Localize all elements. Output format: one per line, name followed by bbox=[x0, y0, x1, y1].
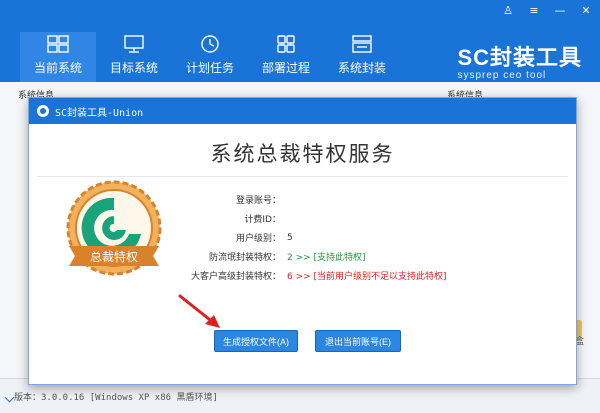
field-label: 用户级别： bbox=[235, 234, 281, 244]
tab-label: 目标系统 bbox=[109, 61, 158, 75]
grid-icon bbox=[277, 35, 295, 53]
field-label: 登录账号： bbox=[235, 196, 281, 206]
info-row-vip-package: 大客户高级封装特权： 6 >> [当前用户级别不足以支持此特权] bbox=[179, 266, 569, 285]
dialog-heading: 系统总裁特权服务 bbox=[210, 143, 395, 166]
info-row-user-level: 用户级别： 5 bbox=[179, 228, 569, 247]
clock-icon bbox=[201, 35, 219, 53]
chevron-down-icon bbox=[4, 392, 15, 403]
field-label: 大客户高级封装特权： bbox=[190, 272, 281, 282]
logo-main-text: SC封装工具 bbox=[457, 45, 582, 70]
field-value: 2 >> [支持此特权] bbox=[287, 253, 366, 263]
info-row-login: 登录账号： bbox=[179, 190, 569, 209]
field-value: 5 bbox=[287, 232, 293, 243]
top-toolbar: ♙ ≡ — ✕ 当前系统 目标系统 计划任务 部署过程 系统封装 SC封装工具 … bbox=[0, 0, 600, 82]
package-icon bbox=[352, 35, 372, 53]
tab-scheduled-tasks[interactable]: 计划任务 bbox=[172, 32, 248, 82]
field-label: 防流氓封装特权： bbox=[208, 253, 281, 263]
field-label: 计费ID： bbox=[244, 215, 281, 225]
field-value: 6 >> [当前用户级别不足以支持此特权] bbox=[287, 272, 447, 282]
windows-icon bbox=[47, 35, 69, 53]
logout-button[interactable]: 退出当前账号(E) bbox=[315, 330, 401, 352]
red-arrow-icon bbox=[178, 294, 220, 328]
main-nav: 当前系统 目标系统 计划任务 部署过程 系统封装 bbox=[20, 32, 400, 82]
dialog-titlebar[interactable]: SC封装工具-Union bbox=[29, 98, 576, 124]
tab-target-system[interactable]: 目标系统 bbox=[96, 32, 172, 82]
tab-label: 部署过程 bbox=[261, 61, 310, 75]
account-info: 登录账号： 计费ID： 用户级别： 5 防流氓封装特权： 2 >> [支持此特权… bbox=[179, 190, 569, 285]
info-row-billing-id: 计费ID： bbox=[179, 209, 569, 228]
version-text: 版本：3.0.0.16 [Windows XP x86 黑盾环境] bbox=[14, 393, 218, 403]
app-window: ♙ ≡ — ✕ 当前系统 目标系统 计划任务 部署过程 系统封装 SC封装工具 … bbox=[0, 0, 600, 413]
close-icon[interactable]: ✕ bbox=[578, 4, 594, 17]
minimize-icon[interactable]: — bbox=[552, 4, 568, 17]
tab-label: 系统封装 bbox=[337, 61, 386, 75]
monitor-icon bbox=[124, 35, 144, 53]
logo-sub-text: sysprep ceo tool bbox=[457, 70, 547, 81]
app-icon bbox=[37, 105, 49, 117]
menu-icon[interactable]: ≡ bbox=[526, 4, 542, 17]
info-row-anti-rogue: 防流氓封装特权： 2 >> [支持此特权] bbox=[179, 247, 569, 266]
tab-current-system[interactable]: 当前系统 bbox=[20, 32, 96, 82]
privilege-dialog: SC封装工具-Union 系统总裁特权服务 总裁特权 登录账号： 计费ID： 用… bbox=[28, 97, 577, 385]
app-logo: SC封装工具 sysprep ceo tool bbox=[457, 40, 582, 81]
tab-label: 当前系统 bbox=[33, 61, 82, 75]
tab-label: 计划任务 bbox=[185, 61, 234, 75]
window-controls: ♙ ≡ — ✕ bbox=[500, 4, 594, 17]
user-icon[interactable]: ♙ bbox=[500, 4, 516, 17]
tab-system-package[interactable]: 系统封装 bbox=[324, 32, 400, 82]
dialog-title: SC封装工具-Union bbox=[55, 107, 144, 119]
generate-license-button[interactable]: 生成授权文件(A) bbox=[214, 330, 298, 352]
badge-text: 总裁特权 bbox=[90, 249, 138, 264]
privilege-badge: 总裁特权 bbox=[66, 180, 162, 276]
tab-deploy-process[interactable]: 部署过程 bbox=[248, 32, 324, 82]
